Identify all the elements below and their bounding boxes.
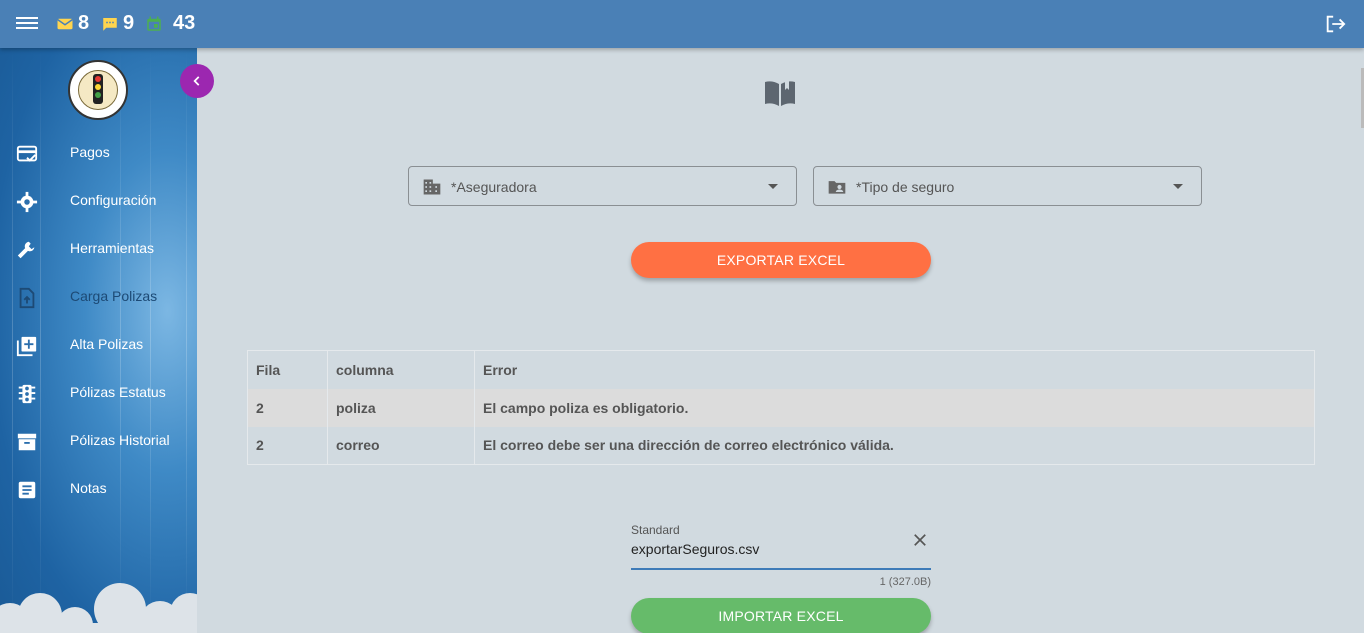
chevron-down-icon (768, 184, 778, 189)
file-upload-icon (19, 287, 35, 309)
message-counter[interactable]: 9 (101, 12, 134, 35)
sidebar: Pagos Configuración Herramientas Carga P… (0, 48, 197, 633)
credit-card-check-icon (16, 145, 38, 162)
file-input[interactable]: Standard exportarSeguros.csv (631, 520, 931, 570)
file-input-label: Standard (631, 523, 680, 537)
sidebar-item-notas[interactable]: Notas (0, 465, 197, 513)
calendar-count: 43 (173, 12, 196, 34)
sidebar-item-label: Configuración (70, 192, 157, 208)
clouds-decoration (0, 583, 197, 633)
sidebar-item-configuracion[interactable]: Configuración (0, 177, 197, 225)
sidebar-item-label: Herramientas (70, 240, 155, 256)
table-row: 2 correo El correo debe ser una direcció… (247, 426, 1315, 465)
aseguradora-select[interactable]: *Aseguradora (408, 166, 797, 206)
calendar-icon (147, 16, 161, 31)
table-header-row: Fila columna Error (247, 350, 1315, 389)
tipo-seguro-select[interactable]: *Tipo de seguro (813, 166, 1202, 206)
archive-icon (17, 433, 37, 451)
sidebar-item-herramientas[interactable]: Herramientas (0, 225, 197, 273)
column-header-error[interactable]: Error (474, 350, 1315, 389)
mail-counter[interactable]: 8 (56, 12, 89, 35)
seguros-semaforo-logo (68, 60, 128, 120)
sidebar-item-polizas-estatus[interactable]: Pólizas Estatus (0, 369, 197, 417)
aseguradora-select-label: *Aseguradora (451, 179, 537, 195)
collapse-sidebar-button[interactable] (180, 64, 214, 98)
notes-icon (18, 481, 36, 499)
column-header-columna[interactable]: columna (327, 350, 475, 389)
cell-columna: poliza (327, 388, 475, 427)
tipo-seguro-select-label: *Tipo de seguro (856, 179, 955, 195)
top-app-bar: 8 9 43 (0, 0, 1364, 48)
file-size-hint: 1 (327.0B) (879, 576, 931, 588)
table-row: 2 poliza El campo poliza es obligatorio. (247, 388, 1315, 427)
sidebar-item-label: Alta Polizas (70, 336, 144, 352)
file-input-value: exportarSeguros.csv (631, 541, 760, 557)
sidebar-item-polizas-historial[interactable]: Pólizas Historial (0, 417, 197, 465)
gear-icon (16, 191, 38, 213)
chat-message-icon (103, 17, 117, 31)
cell-fila: 2 (247, 426, 328, 465)
errors-table: Fila columna Error 2 poliza El campo pol… (247, 350, 1315, 465)
main-content: *Aseguradora *Tipo de seguro EXPORTAR EX… (197, 48, 1364, 633)
building-icon (423, 179, 441, 195)
cell-error: El campo poliza es obligatorio. (474, 388, 1315, 427)
sidebar-item-label: Pólizas Estatus (70, 384, 166, 400)
wrench-icon (17, 241, 35, 259)
menu-icon[interactable] (16, 14, 38, 34)
sidebar-item-label: Pólizas Historial (70, 432, 170, 448)
sidebar-item-pagos[interactable]: Pagos (0, 129, 197, 177)
export-excel-button[interactable]: EXPORTAR EXCEL (631, 242, 931, 278)
cell-columna: correo (327, 426, 475, 465)
library-add-icon (16, 336, 37, 357)
column-header-fila[interactable]: Fila (247, 350, 328, 389)
traffic-light-icon (18, 384, 36, 404)
open-book-icon (765, 80, 795, 106)
sidebar-item-label: Carga Polizas (70, 288, 158, 304)
mail-count: 8 (78, 12, 90, 34)
sidebar-item-carga-polizas[interactable]: Carga Polizas (0, 273, 197, 321)
message-count: 9 (123, 12, 135, 34)
cell-error: El correo debe ser una dirección de corr… (474, 426, 1315, 465)
sidebar-item-label: Pagos (70, 144, 110, 160)
calendar-counter[interactable]: 43 (145, 12, 195, 35)
chevron-down-icon (1173, 184, 1183, 189)
logout-icon[interactable] (1324, 13, 1346, 35)
import-excel-button[interactable]: IMPORTAR EXCEL (631, 598, 931, 633)
cell-fila: 2 (247, 388, 328, 427)
chevron-left-icon (193, 76, 200, 86)
sidebar-item-label: Notas (70, 480, 107, 496)
folder-account-icon (828, 181, 846, 194)
close-icon[interactable] (911, 531, 929, 549)
mail-icon (57, 18, 73, 29)
sidebar-item-alta-polizas[interactable]: Alta Polizas (0, 321, 197, 369)
